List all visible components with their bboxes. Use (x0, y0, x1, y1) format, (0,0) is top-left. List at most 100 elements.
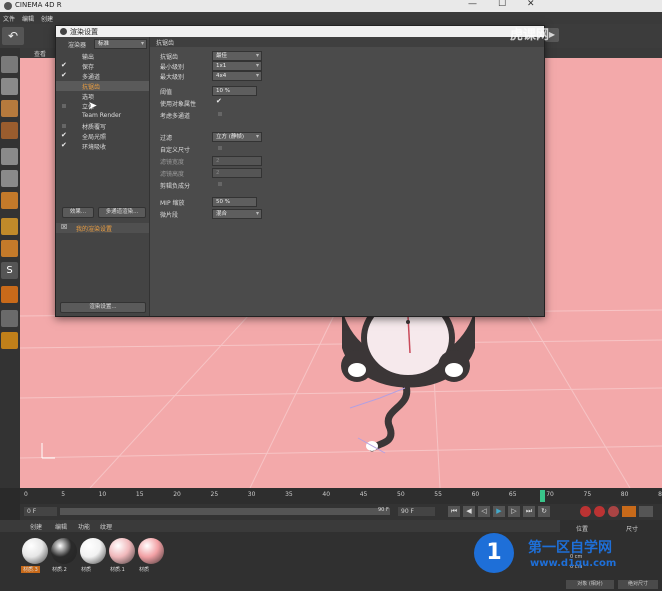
render-settings-button[interactable]: 渲染设置... (60, 302, 146, 313)
model-mode-icon[interactable] (1, 78, 18, 95)
loop-icon[interactable]: ↻ (538, 506, 550, 517)
property-label: 使用对象属性 (160, 101, 197, 108)
snap-icon[interactable] (1, 56, 18, 73)
solo-icon[interactable]: S (1, 262, 18, 279)
property-dropdown[interactable]: 立方 (静帧) (212, 132, 262, 142)
end-frame-field[interactable]: 90 F (398, 507, 435, 516)
key-options-icon[interactable] (639, 506, 653, 517)
menu-file[interactable]: 文件 (3, 14, 15, 23)
keyframe-help-icon[interactable] (608, 506, 619, 517)
section-header: 抗锯齿 (150, 37, 544, 47)
grid-icon[interactable] (1, 310, 18, 327)
property-row: 最小级别 1x1 (160, 61, 540, 71)
app-title: CINEMA 4D R (15, 1, 62, 9)
property-field[interactable]: 10 % (212, 86, 257, 96)
checkbox-unchecked-icon[interactable] (218, 182, 222, 186)
close-button[interactable]: ✕ (527, 0, 535, 9)
effect-button[interactable]: 效果... (62, 207, 94, 218)
renderer-value: 标准 (98, 41, 110, 47)
property-row: 滤镜高度 2 (160, 168, 540, 178)
property-field[interactable]: 2 (212, 156, 262, 166)
preset-row[interactable]: ☒ 我的渲染设置 (56, 223, 149, 233)
property-field[interactable]: 50 % (212, 197, 257, 207)
checkbox-unchecked-icon[interactable] (62, 124, 66, 128)
property-dropdown[interactable]: 最佳 (212, 51, 262, 61)
edges-mode-icon[interactable] (1, 170, 18, 187)
property-label: 最大级别 (160, 74, 185, 81)
left-toolbar: S (0, 48, 20, 488)
play-forward-icon[interactable]: ▶ (493, 506, 505, 517)
mat-menu-create[interactable]: 创建 (30, 522, 42, 531)
prev-frame-icon[interactable]: ◁ (478, 506, 490, 517)
checkbox-unchecked-icon[interactable] (218, 112, 222, 116)
settings-item[interactable]: Team Render (56, 111, 149, 121)
minimize-button[interactable]: — (468, 0, 477, 9)
material-swatch[interactable] (138, 538, 164, 564)
prev-key-icon[interactable]: ◀ (463, 506, 475, 517)
material-swatch[interactable] (22, 538, 48, 564)
record-icon[interactable] (580, 506, 591, 517)
checkbox-checked-icon[interactable]: ✔ (216, 97, 222, 105)
undo-icon[interactable]: ↶ (2, 27, 24, 45)
settings-item[interactable]: 立体 (56, 101, 149, 111)
settings-item[interactable]: 抗锯齿 (56, 81, 149, 91)
checkbox-unchecked-icon[interactable] (218, 146, 222, 150)
tweak-icon[interactable] (1, 240, 18, 257)
timeline-tick-label: 70 (546, 491, 554, 498)
axis-icon[interactable] (1, 218, 18, 235)
property-dropdown[interactable]: 4x4 (212, 71, 262, 81)
site-watermark: 虎课网 (510, 28, 550, 43)
start-frame-field[interactable]: 0 F (24, 507, 57, 516)
settings-item[interactable]: 输出 (56, 51, 149, 61)
timeline-tick-label: 40 (322, 491, 331, 498)
next-frame-icon[interactable]: ▷ (508, 506, 520, 517)
settings-item[interactable]: ✔ 环境吸收 (56, 141, 149, 151)
material-swatch[interactable] (80, 538, 106, 564)
workplane-icon[interactable] (1, 122, 18, 139)
range-slider[interactable]: 90 F (60, 507, 390, 515)
material-label: 材质 (139, 567, 150, 573)
material-swatch[interactable] (51, 538, 77, 564)
timeline-ruler[interactable]: 0 5 10 15 20 25 30 35 40 45 50 55 60 65 70 75 80 85 (20, 488, 662, 504)
menu-edit[interactable]: 编辑 (22, 14, 34, 23)
settings-item[interactable]: 选项 (56, 91, 149, 101)
settings-item[interactable]: ✔ 保存 (56, 61, 149, 71)
autokey-icon[interactable] (594, 506, 605, 517)
property-row: 阈值 10 % (160, 86, 540, 96)
settings-item[interactable]: 材质覆写 (56, 121, 149, 131)
points-mode-icon[interactable] (1, 148, 18, 165)
material-menu: 创建 编辑 功能 纹理 (0, 520, 560, 532)
checkbox-checked-icon[interactable]: ✔ (61, 131, 67, 139)
viewport-tab[interactable]: 查看 (34, 49, 46, 58)
renderer-dropdown[interactable]: 标准 (94, 39, 147, 49)
size-mode-dropdown[interactable]: 绝对尺寸 (618, 580, 658, 589)
coordinate-mode-dropdown[interactable]: 对象 (相对) (566, 580, 614, 589)
mat-menu-function[interactable]: 功能 (78, 522, 90, 531)
material-label: 材质.2 (52, 567, 67, 573)
magnet-icon[interactable] (1, 286, 18, 303)
go-end-icon[interactable]: ⏭ (523, 506, 535, 517)
property-dropdown[interactable]: 混合 (212, 209, 262, 219)
lock-icon[interactable] (1, 332, 18, 349)
checkbox-unchecked-icon[interactable] (62, 104, 66, 108)
playhead[interactable] (540, 490, 545, 502)
material-swatch[interactable] (109, 538, 135, 564)
property-field[interactable]: 2 (212, 168, 262, 178)
mat-menu-edit[interactable]: 编辑 (55, 522, 67, 531)
mat-menu-texture[interactable]: 纹理 (100, 522, 112, 531)
texture-mode-icon[interactable] (1, 100, 18, 117)
maximize-button[interactable]: ☐ (498, 0, 506, 9)
checkbox-checked-icon[interactable]: ✔ (61, 141, 67, 149)
checkbox-checked-icon[interactable]: ✔ (61, 71, 67, 79)
polygons-mode-icon[interactable] (1, 192, 18, 209)
property-dropdown[interactable]: 1x1 (212, 61, 262, 71)
settings-item[interactable]: ✔ 多通道 (56, 71, 149, 81)
go-start-icon[interactable]: ⏮ (448, 506, 460, 517)
checkbox-checked-icon[interactable]: ✔ (61, 61, 67, 69)
settings-item[interactable]: ✔ 全局光照 (56, 131, 149, 141)
multipass-button[interactable]: 多通道渲染... (98, 207, 146, 218)
renderer-label: 渲染器 (68, 42, 87, 49)
settings-item-label: 多通道 (82, 74, 101, 81)
move-key-icon[interactable] (622, 506, 636, 517)
menu-create[interactable]: 创建 (41, 14, 53, 23)
